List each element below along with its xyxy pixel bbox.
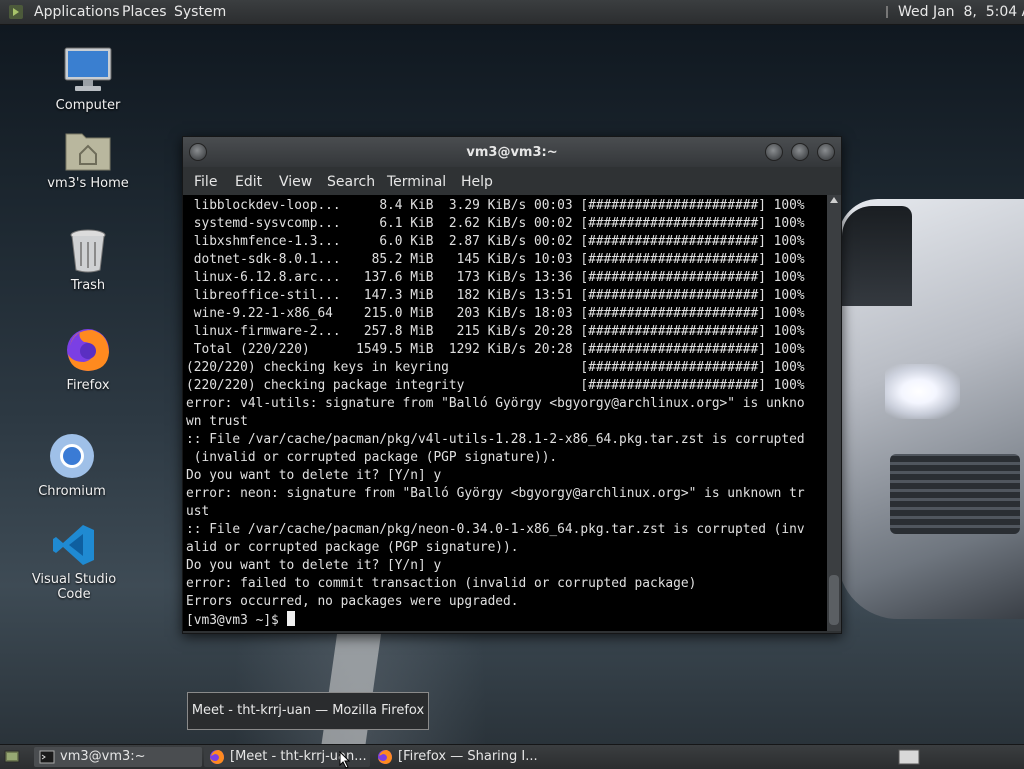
terminal-line: alid or corrupted package (PGP signature…: [186, 540, 519, 555]
places-menu[interactable]: Places: [122, 4, 167, 20]
terminal-line: :: File /var/cache/pacman/pkg/neon-0.34.…: [186, 522, 805, 537]
terminal-line: (invalid or corrupted package (PGP signa…: [186, 450, 558, 465]
menu-file[interactable]: File: [194, 174, 217, 190]
terminal-line: wn trust: [186, 414, 248, 429]
terminal-line: libreoffice-stil... 147.3 MiB 182 KiB/s …: [186, 288, 805, 303]
terminal-line: Errors occurred, no packages were upgrad…: [186, 594, 519, 609]
computer-icon: [64, 47, 112, 91]
applications-menu-icon[interactable]: [8, 4, 24, 20]
terminal-line: linux-firmware-2... 257.8 MiB 215 KiB/s …: [186, 324, 805, 339]
terminal-line: Do you want to delete it? [Y/n] y: [186, 468, 442, 483]
firefox-icon: [210, 750, 224, 764]
desktop-icon-firefox[interactable]: Firefox: [33, 326, 143, 393]
desktop-icon-label: Firefox: [66, 378, 110, 393]
terminal-line: libxshmfence-1.3... 6.0 KiB 2.87 KiB/s 0…: [186, 234, 805, 249]
desktop-icon-vscode[interactable]: Visual Studio Code: [14, 522, 134, 602]
trash-icon: [70, 229, 106, 273]
desktop-icon-label: Computer: [55, 98, 121, 113]
terminal-prompt: [vm3@vm3 ~]$: [186, 613, 287, 628]
terminal-scrollbar[interactable]: [827, 195, 841, 631]
desktop-icon-label: Visual Studio Code: [31, 572, 117, 602]
close-icon[interactable]: [817, 143, 835, 161]
scroll-thumb[interactable]: [829, 575, 839, 625]
maximize-icon[interactable]: [791, 143, 809, 161]
terminal-icon: [39, 750, 55, 764]
menu-terminal[interactable]: Terminal: [387, 174, 446, 190]
desktop-icon-trash[interactable]: Trash: [33, 228, 143, 293]
desktop-icon-chromium[interactable]: Chromium: [17, 432, 127, 499]
scroll-up-icon[interactable]: [830, 197, 838, 203]
terminal-output[interactable]: libblockdev-loop... 8.4 KiB 3.29 KiB/s 0…: [183, 195, 827, 631]
terminal-line: wine-9.22-1-x86_64 215.0 MiB 203 KiB/s 1…: [186, 306, 805, 321]
desktop-icon-label: vm3's Home: [47, 176, 129, 191]
firefox-icon: [67, 329, 109, 371]
terminal-line: error: neon: signature from "Balló Györg…: [186, 486, 805, 501]
menu-search[interactable]: Search: [327, 174, 375, 190]
desktop-icon-label: Trash: [70, 278, 106, 293]
terminal-line: Do you want to delete it? [Y/n] y: [186, 558, 442, 573]
terminal-line: (220/220) checking keys in keyring [####…: [186, 360, 805, 375]
terminal-line: ust: [186, 504, 210, 519]
terminal-line: systemd-sysvcomp... 6.1 KiB 2.62 KiB/s 0…: [186, 216, 805, 231]
top-panel: Applications Places System Wed Jan 8, 5:…: [0, 0, 1024, 25]
taskbar-task-firefox-sharing[interactable]: [Firefox — Sharing I...: [372, 747, 538, 767]
terminal-line: :: File /var/cache/pacman/pkg/v4l-utils-…: [186, 432, 805, 447]
terminal-window[interactable]: vm3@vm3:~ File Edit View Search Terminal…: [182, 136, 842, 634]
terminal-line: linux-6.12.8.arc... 137.6 MiB 173 KiB/s …: [186, 270, 805, 285]
show-desktop-icon[interactable]: [4, 749, 20, 765]
workspace-switcher-icon[interactable]: [898, 749, 920, 765]
task-label: vm3@vm3:~: [60, 749, 146, 764]
terminal-menubar: File Edit View Search Terminal Help: [183, 167, 841, 195]
terminal-line: libblockdev-loop... 8.4 KiB 3.29 KiB/s 0…: [186, 198, 805, 213]
firefox-icon: [378, 750, 392, 764]
chromium-icon: [50, 434, 94, 478]
taskbar-task-terminal[interactable]: vm3@vm3:~: [34, 747, 202, 767]
system-menu[interactable]: System: [174, 4, 226, 20]
terminal-line: Total (220/220) 1549.5 MiB 1292 KiB/s 20…: [186, 342, 805, 357]
menu-help[interactable]: Help: [461, 174, 493, 190]
desktop-icon-computer[interactable]: Computer: [33, 46, 143, 113]
menu-edit[interactable]: Edit: [235, 174, 262, 190]
terminal-line: error: failed to commit transaction (inv…: [186, 576, 697, 591]
minimize-icon[interactable]: [765, 143, 783, 161]
menu-view[interactable]: View: [279, 174, 312, 190]
terminal-line: dotnet-sdk-8.0.1... 85.2 MiB 145 KiB/s 1…: [186, 252, 805, 267]
terminal-cursor: [286, 611, 295, 626]
panel-separator: [886, 6, 888, 18]
terminal-line: (220/220) checking package integrity [##…: [186, 378, 805, 393]
window-title: vm3@vm3:~: [466, 145, 558, 160]
window-titlebar[interactable]: vm3@vm3:~: [183, 137, 841, 167]
terminal-line: error: v4l-utils: signature from "Balló …: [186, 396, 805, 411]
mouse-cursor-icon: [339, 751, 351, 769]
task-label: [Firefox — Sharing I...: [398, 749, 538, 764]
desktop-icon-home[interactable]: vm3's Home: [33, 128, 143, 191]
home-folder-icon: [65, 133, 111, 171]
applications-menu[interactable]: Applications: [34, 4, 120, 20]
bottom-panel: vm3@vm3:~ [Meet - tht-krrj-uan... [Firef…: [0, 744, 1024, 769]
clock[interactable]: Wed Jan 8, 5:04 AM: [898, 4, 1024, 20]
desktop-icon-label: Chromium: [38, 484, 106, 499]
vscode-icon: [53, 525, 94, 565]
taskbar-tooltip: Meet - tht-krrj-uan — Mozilla Firefox: [187, 692, 429, 730]
